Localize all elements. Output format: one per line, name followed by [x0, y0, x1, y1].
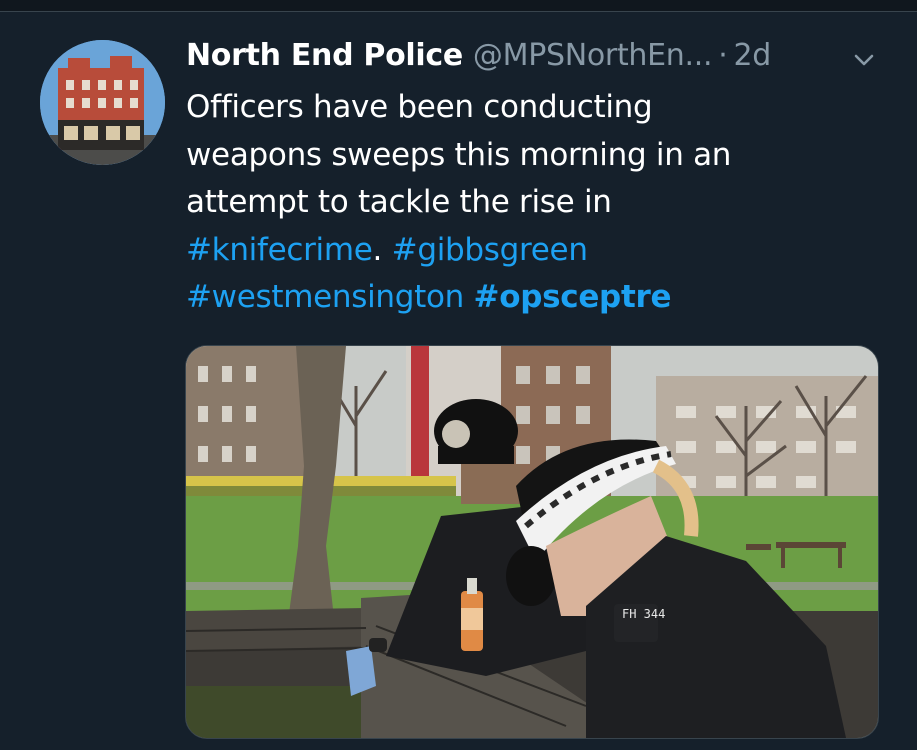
timestamp[interactable]: 2d — [733, 38, 771, 73]
tweet-header: North End Police @MPSNorthEn... · 2d — [186, 38, 886, 78]
tweet[interactable]: North End Police @MPSNorthEn... · 2d Office… — [0, 12, 917, 750]
chevron-down-icon[interactable] — [849, 50, 879, 70]
tweet-text-line: attempt to tackle the rise in — [186, 184, 612, 220]
hashtag-westmensington[interactable]: #westmensington — [186, 279, 464, 315]
top-divider — [0, 0, 917, 12]
officer-badge-text: FH 344 — [622, 607, 665, 621]
avatar[interactable] — [40, 40, 165, 165]
author-handle[interactable]: @MPSNorthEn... — [473, 38, 713, 73]
tweet-text-line: #westmensington #opsceptre — [186, 274, 886, 322]
tweet-text-line: #knifecrime. #gibbsgreen — [186, 227, 886, 275]
tweet-text-line: Officers have been conducting — [186, 89, 653, 125]
tweet-text: Officers have been conducting weapons sw… — [186, 84, 886, 322]
tweet-photo[interactable]: FH 344 — [185, 345, 879, 739]
hashtag-gibbsgreen[interactable]: #gibbsgreen — [392, 232, 588, 268]
author-name[interactable]: North End Police — [186, 38, 463, 73]
hashtag-opsceptre[interactable]: #opsceptre — [474, 279, 672, 315]
hashtag-knifecrime[interactable]: #knifecrime — [186, 232, 373, 268]
punctuation: . — [372, 231, 383, 268]
separator-dot: · — [718, 38, 728, 73]
tweet-text-line: weapons sweeps this morning in an — [186, 136, 732, 173]
